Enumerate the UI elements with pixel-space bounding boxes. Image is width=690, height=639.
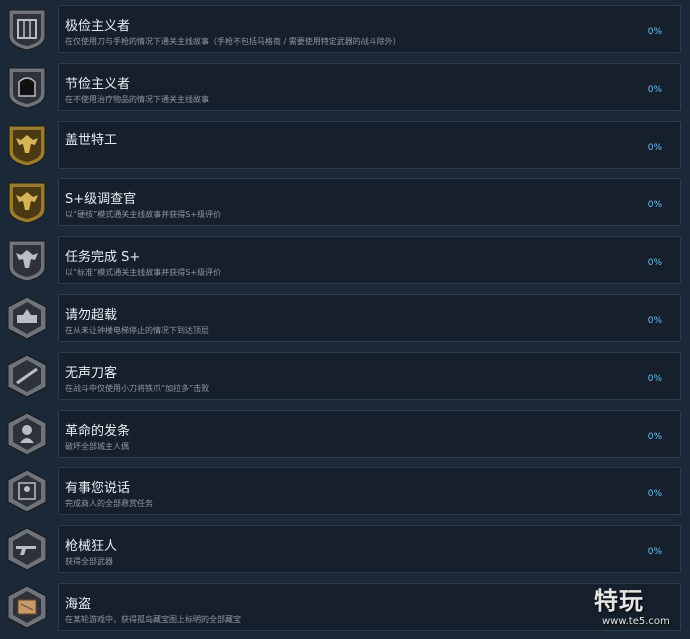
achievement-row[interactable]: 革命的发条 破坏全部城主人偶 0% bbox=[0, 408, 690, 466]
achievement-title: 任务完成 S+ bbox=[65, 250, 141, 266]
achievement-row[interactable]: 海盗 在某轮游戏中，获得孤岛藏宝图上标明的全部藏宝 bbox=[0, 581, 690, 639]
achievement-row[interactable]: 无声刀客 在战斗中仅使用小刀将铁爪“加拉多”击败 0% bbox=[0, 350, 690, 408]
silver-gate-badge-icon bbox=[4, 6, 50, 52]
achievement-list: 极俭主义者 在仅使用刀与手枪的情况下通关主线故事（手枪不包括马格南 / 需要使用… bbox=[0, 0, 690, 635]
achievement-title: 枪械狂人 bbox=[65, 539, 118, 555]
knife-badge-icon bbox=[4, 353, 50, 399]
achievement-row[interactable]: 枪械狂人 获得全部武器 0% bbox=[0, 523, 690, 581]
achievement-title: 革命的发条 bbox=[65, 423, 131, 439]
achievement-box: S+级调查官 以“硬核”模式通关主线故事并获得S+级评价 0% bbox=[58, 178, 681, 227]
achievement-row[interactable]: 极俭主义者 在仅使用刀与手枪的情况下通关主线故事（手枪不包括马格南 / 需要使用… bbox=[0, 3, 690, 61]
achievement-box: 无声刀客 在战斗中仅使用小刀将铁爪“加拉多”击败 0% bbox=[58, 351, 681, 400]
achievement-percent: 0% bbox=[647, 489, 662, 500]
achievement-box: 枪械狂人 获得全部武器 0% bbox=[58, 525, 681, 574]
achievement-box: 请勿超载 在从未让钟楼电梯停止的情况下到达顶层 0% bbox=[58, 294, 681, 342]
achievement-row[interactable]: 有事您说话 完成商人的全部悬赏任务 0% bbox=[0, 465, 690, 523]
achievement-title: 极俭主义者 bbox=[65, 19, 131, 34]
achievement-title: 盖世特工 bbox=[65, 132, 118, 148]
achievement-title: 请勿超载 bbox=[65, 308, 118, 323]
achievement-description: 以“标准”模式通关主线故事并获得S+级评价 bbox=[65, 268, 222, 278]
achievement-description: 获得全部武器 bbox=[65, 557, 113, 567]
silver-door-badge-icon bbox=[4, 64, 50, 110]
achievement-percent: 0% bbox=[647, 84, 662, 95]
treasure-map-badge-icon bbox=[4, 584, 50, 630]
achievement-box: 任务完成 S+ 以“标准”模式通关主线故事并获得S+级评价 0% bbox=[58, 236, 681, 285]
achievement-title: 海盗 bbox=[65, 597, 92, 612]
silver-eagle-badge-icon bbox=[4, 237, 50, 283]
achievement-title: 无声刀客 bbox=[65, 365, 118, 381]
merchant-badge-icon bbox=[4, 468, 50, 514]
achievement-percent: 0% bbox=[647, 142, 662, 153]
achievement-title: 节俭主义者 bbox=[65, 76, 131, 92]
achievement-box: 有事您说话 完成商人的全部悬赏任务 0% bbox=[58, 467, 681, 516]
gun-badge-icon bbox=[4, 526, 50, 572]
achievement-percent: 0% bbox=[647, 258, 662, 269]
achievement-title: 有事您说话 bbox=[65, 481, 131, 497]
achievement-box: 海盗 在某轮游戏中，获得孤岛藏宝图上标明的全部藏宝 bbox=[58, 583, 681, 631]
site-watermark: 特玩 www.te5.com bbox=[594, 587, 686, 633]
achievement-percent: 0% bbox=[647, 373, 662, 384]
gold-eagle-badge-icon bbox=[4, 122, 50, 168]
achievement-percent: 0% bbox=[647, 547, 662, 558]
achievement-description: 完成商人的全部悬赏任务 bbox=[65, 499, 153, 509]
achievement-box: 极俭主义者 在仅使用刀与手枪的情况下通关主线故事（手枪不包括马格南 / 需要使用… bbox=[58, 5, 681, 53]
achievement-box: 革命的发条 破坏全部城主人偶 0% bbox=[58, 409, 681, 458]
achievement-row[interactable]: 任务完成 S+ 以“标准”模式通关主线故事并获得S+级评价 0% bbox=[0, 234, 690, 292]
gold-eagle-badge-icon bbox=[4, 179, 50, 225]
achievement-description: 在仅使用刀与手枪的情况下通关主线故事（手枪不包括马格南 / 需要使用特定武器的战… bbox=[65, 37, 401, 46]
achievement-box: 节俭主义者 在不使用治疗物品的情况下通关主线故事 0% bbox=[58, 62, 681, 111]
achievement-percent: 0% bbox=[647, 27, 662, 37]
achievement-description: 破坏全部城主人偶 bbox=[65, 441, 129, 451]
achievement-description: 在从未让钟楼电梯停止的情况下到达顶层 bbox=[65, 326, 209, 335]
achievement-description: 在战斗中仅使用小刀将铁爪“加拉多”击败 bbox=[65, 383, 210, 393]
achievement-title: S+级调查官 bbox=[65, 192, 137, 208]
watermark-logo-text: 特玩 bbox=[594, 586, 644, 615]
achievement-row[interactable]: S+级调查官 以“硬核”模式通关主线故事并获得S+级评价 0% bbox=[0, 176, 690, 234]
achievement-description: 在某轮游戏中，获得孤岛藏宝图上标明的全部藏宝 bbox=[65, 615, 241, 624]
achievement-description: 以“硬核”模式通关主线故事并获得S+级评价 bbox=[65, 210, 222, 220]
achievement-percent: 0% bbox=[647, 200, 662, 211]
achievement-row[interactable]: 盖世特工 0% bbox=[0, 119, 690, 177]
achievement-description: 在不使用治疗物品的情况下通关主线故事 bbox=[65, 94, 209, 104]
achievement-percent: 0% bbox=[647, 316, 662, 326]
clockwork-doll-badge-icon bbox=[4, 411, 50, 457]
achievement-box: 盖世特工 0% bbox=[58, 120, 681, 169]
achievement-percent: 0% bbox=[647, 431, 662, 442]
achievement-row[interactable]: 请勿超载 在从未让钟楼电梯停止的情况下到达顶层 0% bbox=[0, 292, 690, 350]
achievement-row[interactable]: 节俭主义者 在不使用治疗物品的情况下通关主线故事 0% bbox=[0, 61, 690, 119]
clocktower-badge-icon bbox=[4, 295, 50, 341]
watermark-url: www.te5.com bbox=[602, 616, 670, 627]
